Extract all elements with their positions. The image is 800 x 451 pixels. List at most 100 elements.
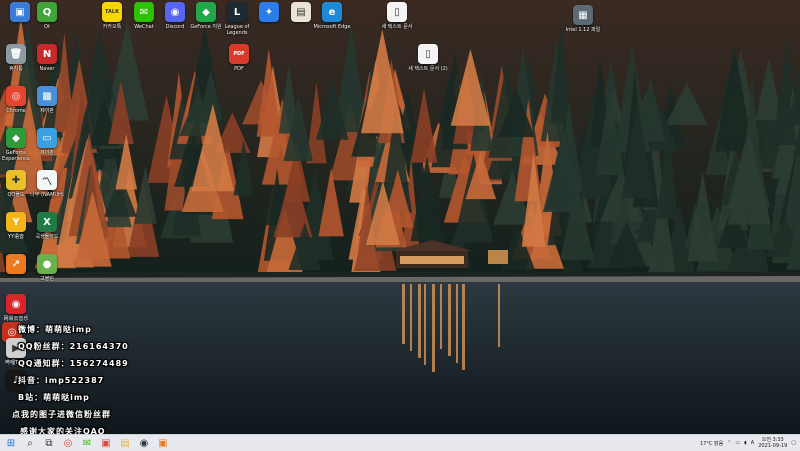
desktop-icon-label: Intel 1.12 파일 [566,27,601,33]
app-icon: ▯ [418,44,438,64]
light-reflection [402,284,405,344]
app-icon: 〽 [37,170,57,190]
overlay-text: 抖音：imp522387 [18,375,104,386]
desktop-icon[interactable]: ▭ 제어판 [27,128,67,156]
desktop-icon[interactable]: ▦ Intel 1.12 파일 [563,5,603,33]
light-reflection [418,284,421,358]
clock-date: 2021-09-19 [758,443,787,449]
desktop-icon-label: League of Legends [217,24,257,36]
app-icon: ◉ [165,2,185,22]
light-reflection [432,284,435,372]
light-reflection [456,284,458,363]
search-icon: ⌕ [27,438,33,449]
app-icon: ◆ [6,128,26,148]
app-icon: Y [6,212,26,232]
desktop-icon-label: PDF [234,66,244,72]
ime-indicator[interactable]: A [751,440,754,446]
app-icon: ▯ [387,2,407,22]
taskbar-button-app2[interactable]: ◉ [136,436,152,450]
start-icon: ⊞ [7,438,15,449]
taskbar-button-wechat[interactable]: ✉ [79,436,95,450]
app-icon: e [322,2,342,22]
wechat-icon: ✉ [83,438,91,449]
overlay-line: QQ通知群：156274489 [18,356,129,370]
app-icon: ◆ [196,2,216,22]
app3-icon: ▣ [158,438,167,449]
volume-icon[interactable]: ◖ [744,440,747,446]
files-icon: ▤ [120,438,129,449]
light-reflection [410,284,412,351]
notification-icon[interactable]: ▢ [791,440,796,446]
taskbar-button-start[interactable]: ⊞ [3,436,19,450]
light-reflection [440,284,442,349]
app-icon: ◎ [6,86,26,106]
app-icon: ✚ [6,170,26,190]
desktop-icon[interactable]: NNaver [27,44,67,72]
taskbar-button-app1[interactable]: ▣ [98,436,114,450]
app-icon: ▭ [37,128,57,148]
desktop-icon[interactable]: ● 고블린 [27,254,67,282]
app-icon: ◉ [6,294,26,314]
app-icon: ● [37,254,57,274]
desktop-icon[interactable]: eMicrosoft Edge [312,2,352,30]
overlay-line: 微博：萌萌哒imp [18,322,92,336]
app-icon: TALK [102,2,122,22]
desktop-icon-label: 새 텍스트 문서 (2) [408,66,447,72]
desktop-icon-label: 카카오톡 [103,24,121,30]
app-icon: 🗑 [6,44,26,64]
taskbar-button-chrome[interactable]: ◎ [60,436,76,450]
overlay-text: 微博：萌萌哒imp [18,324,92,335]
app2-icon: ◉ [140,438,149,449]
desktop-icon-label: Qt [44,24,50,30]
taskbar-button-app3[interactable]: ▣ [155,436,171,450]
light-reflection [448,284,451,356]
overlay-text: 点我的图子进微信粉丝群 [12,409,111,420]
chrome-icon: ◎ [64,438,73,449]
desktop-icon-label: Chrome [6,108,26,114]
overlay-text: QQ粉丝群：216164370 [18,341,129,352]
taskview-icon: ⧉ [45,438,52,449]
network-icon[interactable]: ▭ [735,440,740,446]
app-icon: X [37,212,57,232]
desktop-icon[interactable]: 〽 나무 (NAMUH) [27,170,67,198]
desktop-icon-label: QQ플도 [7,192,24,198]
tray-expand-icon[interactable]: ⌃ [727,440,731,446]
app-icon: ▦ [573,5,593,25]
overlay-text: B站：萌萌哒imp [18,392,90,403]
light-reflection [462,284,465,370]
app-icon: ✦ [259,2,279,22]
desktop-icon[interactable]: PDF PDF [219,44,259,72]
overlay-line: QQ粉丝群：216164370 [18,339,129,353]
desktop-icon[interactable]: ◉网易云音乐 [0,294,36,322]
taskbar-button-taskview[interactable]: ⧉ [41,436,57,450]
desktop-icon-label: 제어판 [40,150,54,156]
desktop-icon-label: Naver [40,66,55,72]
desktop-icon-label: 나무 (NAMUH) [30,192,64,198]
overlay-text: QQ通知群：156274489 [18,358,129,369]
app-icon: ↗ [6,254,26,274]
desktop-icon-label: 제어판 [40,108,54,114]
overlay-line: 抖音：imp522387 [18,373,104,387]
desktop-icon[interactable]: ▯ 새 텍스트 문서 (2) [408,44,448,72]
desktop-icon-label: 고블린 [40,276,54,282]
app1-icon: ▣ [101,438,110,449]
taskbar-button-files[interactable]: ▤ [117,436,133,450]
taskbar-button-search[interactable]: ⌕ [22,436,38,450]
overlay-line: B站：萌萌哒imp [18,390,90,404]
light-reflection [498,284,500,347]
weather-widget[interactable]: 17°C 맑음 [700,440,723,447]
app-icon: ✉ [134,2,154,22]
desktop-icon-label: Discord [166,24,185,30]
desktop-icon-label: 곡생들하드 [35,234,58,240]
app-icon: L [227,2,247,22]
clock[interactable]: 오전 3:33 2021-09-19 [758,437,787,449]
taskbar: ⊞ ⌕ ⧉ ◎ ✉ ▣ ▤ ◉ ▣ 17°C 맑음 ⌃ ▭ ◖ A 오전 3:33 2021-0… [0,434,800,451]
desktop-icon-label: WeChat [134,24,153,30]
desktop-icon[interactable]: X 곡생들하드 [27,212,67,240]
desktop-icon[interactable]: ▩제어판 [27,86,67,114]
app-icon: Q [37,2,57,22]
app-icon: PDF [229,44,249,64]
desktop-icon-label: 휴지통 [9,66,23,72]
desktop-icon[interactable]: Q Qt [27,2,67,30]
desktop-icon[interactable]: ▯새 텍스트 문서 [377,2,417,30]
